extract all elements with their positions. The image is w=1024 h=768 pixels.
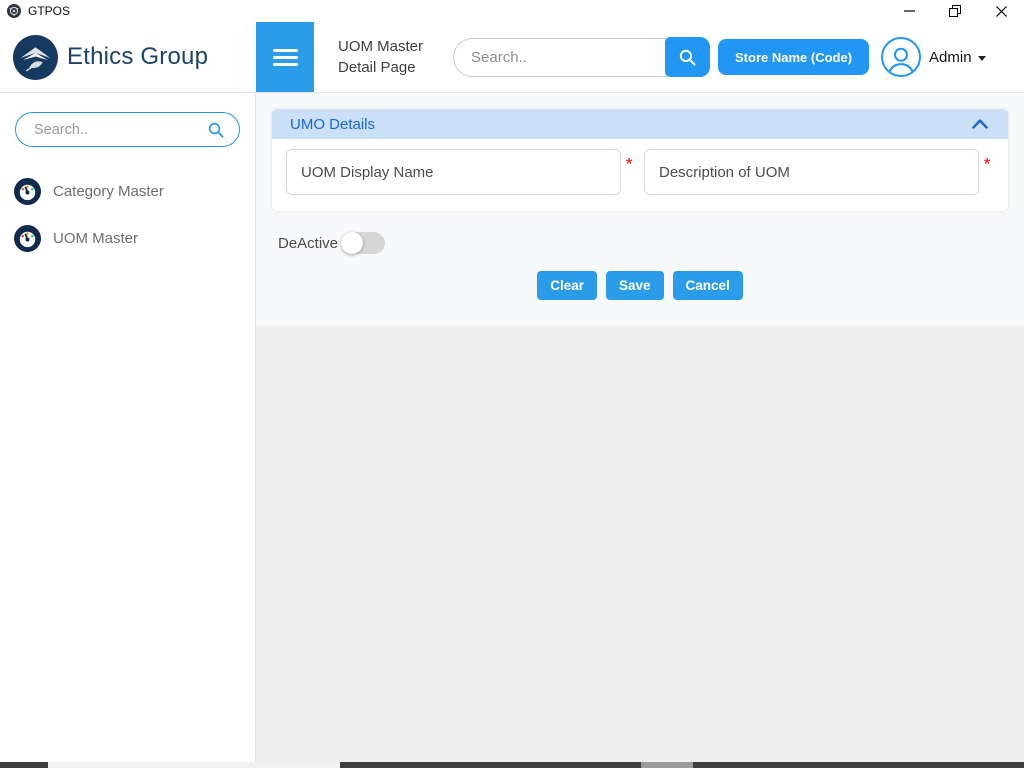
user-label: Admin [929, 49, 972, 66]
user-icon [883, 42, 919, 77]
window-title: GTPOS [28, 4, 70, 18]
scrollbar-thumb[interactable] [48, 762, 340, 768]
form-section: UMO Details * * [256, 93, 1024, 326]
brand-area: Ethics Group [0, 22, 256, 92]
gauge-icon [14, 225, 41, 252]
sidebar-item-uom-master[interactable]: UOM Master [0, 218, 255, 259]
header-main: UOM Master Detail Page Store Name (Code)… [256, 22, 1024, 92]
deactive-toggle[interactable] [341, 232, 385, 254]
deactive-row: DeActive [272, 232, 1008, 254]
restore-icon [949, 5, 961, 17]
page-title: UOM Master Detail Page [338, 36, 423, 78]
sidebar-item-label: Category Master [53, 183, 164, 200]
main-content: UMO Details * * [256, 93, 1024, 762]
minimize-button[interactable] [886, 0, 932, 22]
sidebar-item-label: UOM Master [53, 230, 138, 247]
required-asterisk: * [984, 156, 994, 174]
window-controls [886, 0, 1024, 22]
cancel-button[interactable]: Cancel [673, 271, 743, 300]
horizontal-scrollbar[interactable] [0, 762, 1024, 768]
header-search-input[interactable] [453, 38, 667, 77]
ethics-group-logo-icon [13, 35, 58, 80]
scrollbar-segment [641, 762, 693, 768]
sidebar-search-input[interactable] [34, 122, 207, 138]
uom-description-field: * [644, 149, 994, 195]
hamburger-icon [273, 49, 298, 66]
save-button[interactable]: Save [606, 271, 664, 300]
sidebar: Category Master UOM Master [0, 93, 256, 762]
menu-toggle-button[interactable] [256, 22, 314, 92]
brand-name: Ethics Group [67, 43, 208, 71]
action-buttons: Clear Save Cancel [272, 271, 1008, 300]
app-logo-icon [7, 4, 21, 18]
sidebar-item-category-master[interactable]: Category Master [0, 171, 255, 212]
umo-details-panel: UMO Details * * [272, 109, 1008, 211]
clear-button[interactable]: Clear [537, 271, 597, 300]
user-menu[interactable]: Admin [929, 49, 986, 66]
gauge-icon [14, 178, 41, 205]
panel-body: * * [272, 139, 1008, 211]
store-name-button[interactable]: Store Name (Code) [718, 39, 869, 75]
caret-down-icon [978, 56, 986, 61]
app-body: Category Master UOM Master UMO [0, 93, 1024, 762]
sidebar-menu: Category Master UOM Master [0, 171, 255, 259]
search-icon [207, 121, 225, 139]
panel-title: UMO Details [290, 116, 375, 133]
page-title-line1: UOM Master [338, 36, 423, 57]
header-search-button[interactable] [665, 37, 710, 77]
minimize-icon [904, 10, 915, 12]
close-button[interactable] [978, 0, 1024, 22]
toggle-knob [341, 232, 363, 254]
search-icon [678, 48, 697, 67]
content-empty-area [256, 326, 1024, 762]
umo-details-panel-header[interactable]: UMO Details [272, 109, 1008, 139]
restore-button[interactable] [932, 0, 978, 22]
deactive-label: DeActive [278, 235, 338, 252]
user-avatar[interactable] [881, 37, 921, 77]
required-asterisk: * [626, 156, 636, 174]
uom-display-name-field: * [286, 149, 636, 195]
chevron-up-icon[interactable] [972, 119, 988, 129]
uom-display-name-input[interactable] [286, 149, 621, 195]
app-header: Ethics Group UOM Master Detail Page Stor… [0, 22, 1024, 93]
page-title-line2: Detail Page [338, 57, 423, 78]
sidebar-search [15, 112, 240, 147]
header-search [453, 37, 710, 77]
uom-description-input[interactable] [644, 149, 979, 195]
close-icon [996, 6, 1007, 17]
window-titlebar: GTPOS [0, 0, 1024, 22]
